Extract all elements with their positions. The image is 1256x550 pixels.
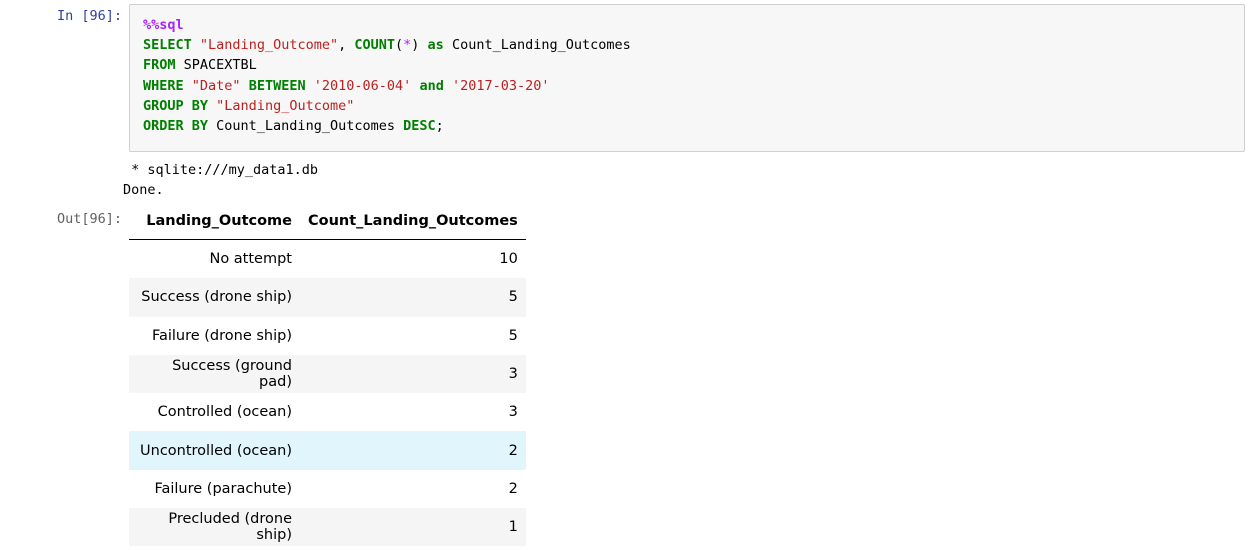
cell-count: 10 xyxy=(499,251,518,268)
cell-count: 2 xyxy=(300,431,526,470)
code-token: ORDER BY xyxy=(143,117,209,134)
code-token: , xyxy=(338,37,355,54)
code-line: WHERE "Date" BETWEEN '2010-06-04' and '2… xyxy=(143,76,1231,96)
cell-count: 5 xyxy=(300,278,526,317)
cell-landing-outcome: Failure (drone ship) xyxy=(151,327,292,344)
table-row: Success (drone ship) 5 xyxy=(129,278,526,317)
code-token: "Landing_Outcome" xyxy=(199,37,339,54)
cell-landing-outcome: Precluded (drone ship) xyxy=(129,508,300,547)
code-token: DESC xyxy=(403,117,436,134)
code-line: %%sql xyxy=(143,15,1231,35)
code-token: ; xyxy=(435,117,444,134)
cell-landing-outcome: No attempt xyxy=(209,251,292,268)
output-prompt: Out[96]: xyxy=(56,211,122,227)
result-table: Landing_Outcome Count_Landing_Outcomes N… xyxy=(129,202,526,547)
code-token: FROM xyxy=(143,57,176,74)
cell-landing-outcome: Controlled (ocean) xyxy=(157,404,292,421)
code-token: GROUP BY xyxy=(143,97,209,114)
code-token: "Date" xyxy=(191,77,241,94)
stdout-output: * sqlite:///my_data1.db Done. xyxy=(123,160,318,200)
table-row: Uncontrolled (ocean) 2 xyxy=(129,431,526,470)
code-token: Count_Landing_Outcomes xyxy=(443,37,631,54)
table-row: Success (ground pad) 3 xyxy=(129,354,526,394)
code-token: ( xyxy=(395,37,404,54)
code-token: Count_Landing_Outcomes xyxy=(208,117,404,134)
code-token: as xyxy=(427,37,444,54)
code-token: WHERE xyxy=(143,77,184,94)
table-row: Precluded (drone ship) 1 xyxy=(129,508,526,547)
column-header-landing-outcome: Landing_Outcome xyxy=(129,202,300,240)
code-editor[interactable]: %%sql SELECT "Landing_Outcome", COUNT(*) … xyxy=(129,4,1245,152)
input-prompt: In [96]: xyxy=(56,8,122,24)
code-token: "Landing_Outcome" xyxy=(216,97,355,114)
code-token: '2017-03-20' xyxy=(451,77,550,94)
cell-landing-outcome: Uncontrolled (ocean) xyxy=(129,431,300,470)
code-line: ORDER BY Count_Landing_Outcomes DESC; xyxy=(143,116,1231,136)
code-token: '2010-06-04' xyxy=(313,77,412,94)
cell-count: 3 xyxy=(300,354,526,394)
table-header-row: Landing_Outcome Count_Landing_Outcomes xyxy=(129,202,526,240)
code-line: FROM SPACEXTBL xyxy=(143,55,1231,75)
stdout-line: Done. xyxy=(123,182,164,198)
table-row: Failure (parachute) 2 xyxy=(129,470,526,508)
cell-landing-outcome: Failure (parachute) xyxy=(154,480,292,497)
cell-count: 5 xyxy=(508,327,518,344)
column-header-count: Count_Landing_Outcomes xyxy=(300,202,526,240)
code-token: SPACEXTBL xyxy=(175,57,257,74)
table-row: Controlled (ocean) 3 xyxy=(129,393,526,431)
code-token: and xyxy=(419,77,444,94)
code-token: ) xyxy=(411,37,428,54)
table-row: No attempt 10 xyxy=(129,240,526,279)
table-row: Failure (drone ship) 5 xyxy=(129,317,526,355)
cell-landing-outcome: Success (drone ship) xyxy=(129,278,300,317)
code-line: SELECT "Landing_Outcome", COUNT(*) as Co… xyxy=(143,35,1231,55)
stdout-line: * sqlite:///my_data1.db xyxy=(123,162,319,178)
code-token: BETWEEN xyxy=(248,77,306,94)
cell-count: 3 xyxy=(508,404,518,421)
code-line: GROUP BY "Landing_Outcome" xyxy=(143,96,1231,116)
code-token: SELECT xyxy=(143,37,192,54)
code-token: %%sql xyxy=(143,17,184,33)
cell-count: 1 xyxy=(300,508,526,547)
code-token: COUNT xyxy=(354,37,395,54)
cell-landing-outcome: Success (ground pad) xyxy=(129,354,300,394)
cell-count: 2 xyxy=(508,480,518,497)
